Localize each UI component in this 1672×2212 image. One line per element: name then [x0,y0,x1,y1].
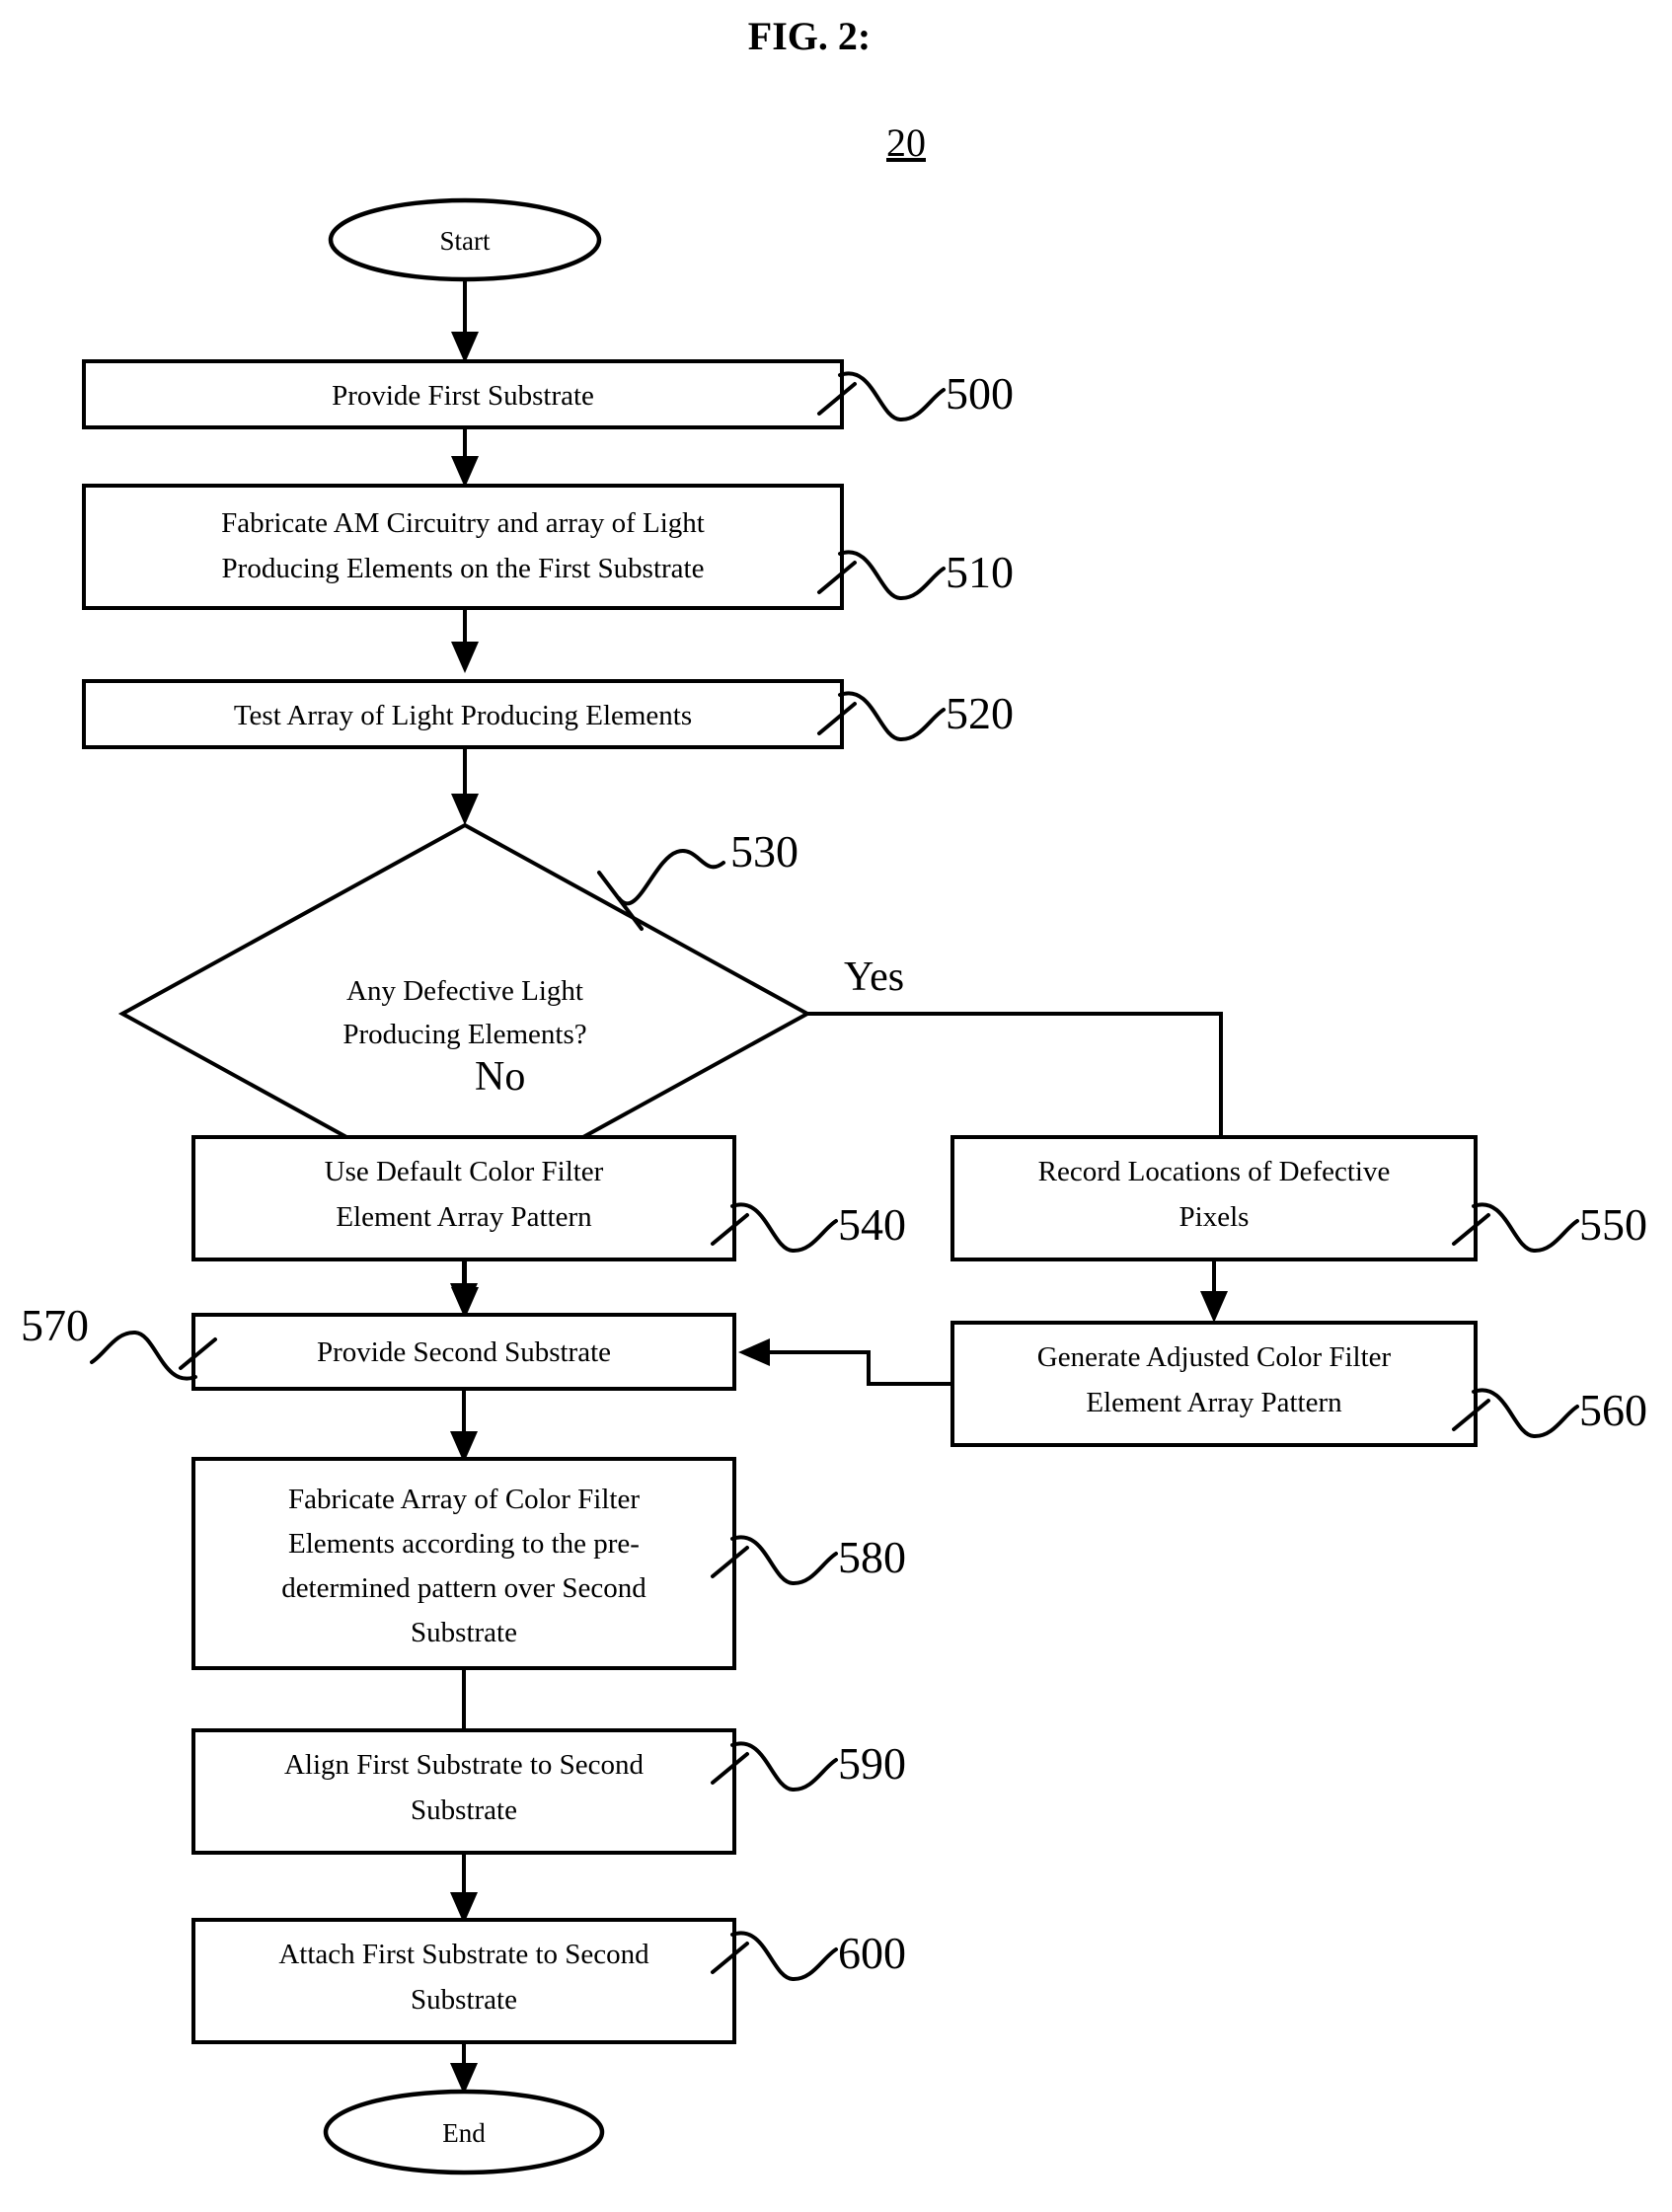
connector-500-to-510 [451,427,479,488]
figure-root: FIG. 2: 20 Start Provide First Substrate… [0,0,1672,2212]
node-560-line-1: Generate Adjusted Color Filter [1037,1341,1392,1373]
connector-520-to-530 [451,747,479,825]
node-500-line-1: Provide First Substrate [332,380,594,412]
node-580-leader-squiggle [730,1535,838,1586]
node-560: Generate Adjusted Color Filter Element A… [950,1321,1647,1447]
node-550: Record Locations of Defective Pixels 550 [950,1135,1647,1261]
connector-510-to-520 [451,608,479,673]
node-500-ref: 500 [946,368,1014,419]
node-600-leader-squiggle [730,1931,838,1982]
connector-540-to-570 [450,1259,478,1315]
node-510-ref: 510 [946,547,1014,597]
node-590-leader-squiggle [730,1741,838,1792]
branch-label-yes: Yes [844,954,904,1000]
node-530-line-2: Producing Elements? [342,1019,586,1050]
node-550-line-2: Pixels [1179,1201,1250,1233]
node-550-leader-squiggle [1472,1202,1579,1254]
node-510-box [82,484,844,610]
node-560-line-2: Element Array Pattern [1086,1387,1342,1418]
node-520: Test Array of Light Producing Elements 5… [82,679,1014,749]
node-530-leader-squiggle [617,849,725,906]
node-590-line-1: Align First Substrate to Second [284,1749,645,1781]
node-510-line-2: Producing Elements on the First Substrat… [222,553,705,584]
node-530-ref: 530 [730,826,798,877]
connector-570-to-580 [450,1389,478,1463]
node-570-ref: 570 [21,1300,89,1350]
node-600-line-2: Substrate [411,1984,517,2016]
connector-600-to-end [450,2042,478,2095]
node-520-leader-squiggle [838,691,946,742]
node-540-ref: 540 [838,1199,906,1250]
node-570-line-1: Provide Second Substrate [317,1336,611,1368]
node-510: Fabricate AM Circuitry and array of Ligh… [82,484,1014,610]
node-540: Use Default Color Filter Element Array P… [191,1135,906,1261]
connector-590-to-600 [450,1853,478,1924]
connector-start-to-500 [451,279,479,363]
node-590-ref: 590 [838,1738,906,1789]
node-600-ref: 600 [838,1928,906,1978]
node-510-line-1: Fabricate AM Circuitry and array of Ligh… [221,507,705,539]
node-550-ref: 550 [1579,1199,1647,1250]
node-580-line-4: Substrate [411,1617,517,1648]
node-500-leader-squiggle [838,371,946,422]
node-580-line-3: determined pattern over Second [281,1572,646,1604]
node-580-line-2: Elements according to the pre- [288,1528,640,1560]
node-590-line-2: Substrate [411,1794,517,1826]
node-580-line-1: Fabricate Array of Color Filter [288,1484,640,1515]
start-label: Start [440,226,491,256]
node-570: Provide Second Substrate 570 [21,1300,736,1391]
end-label: End [442,2118,486,2148]
end-terminal: End [323,2089,605,2175]
node-540-line-1: Use Default Color Filter [325,1156,604,1187]
node-590: Align First Substrate to Second Substrat… [191,1728,906,1855]
node-570-leader-squiggle [90,1330,197,1381]
node-530-line-1: Any Defective Light [346,975,583,1007]
connector-550-to-560 [1200,1259,1228,1323]
node-540-leader-squiggle [730,1202,838,1254]
node-580: Fabricate Array of Color Filter Elements… [191,1457,906,1670]
node-540-line-2: Element Array Pattern [336,1201,592,1233]
node-520-line-1: Test Array of Light Producing Elements [234,700,692,731]
node-600-line-1: Attach First Substrate to Second [278,1939,649,1970]
diagram-number: 20 [886,120,926,165]
node-550-line-1: Record Locations of Defective [1038,1156,1391,1187]
flowchart-canvas: FIG. 2: 20 Start Provide First Substrate… [21,14,1647,2175]
branch-label-no: No [475,1054,525,1100]
node-510-leader-squiggle [838,550,946,601]
node-580-ref: 580 [838,1532,906,1582]
node-520-ref: 520 [946,688,1014,738]
connector-560-to-570 [738,1338,952,1386]
start-terminal: Start [328,197,602,282]
node-560-ref: 560 [1579,1385,1647,1435]
node-600: Attach First Substrate to Second Substra… [191,1918,906,2044]
node-560-leader-squiggle [1472,1388,1579,1439]
figure-title: FIG. 2: [748,14,871,58]
node-500: Provide First Substrate 500 [82,359,1014,429]
